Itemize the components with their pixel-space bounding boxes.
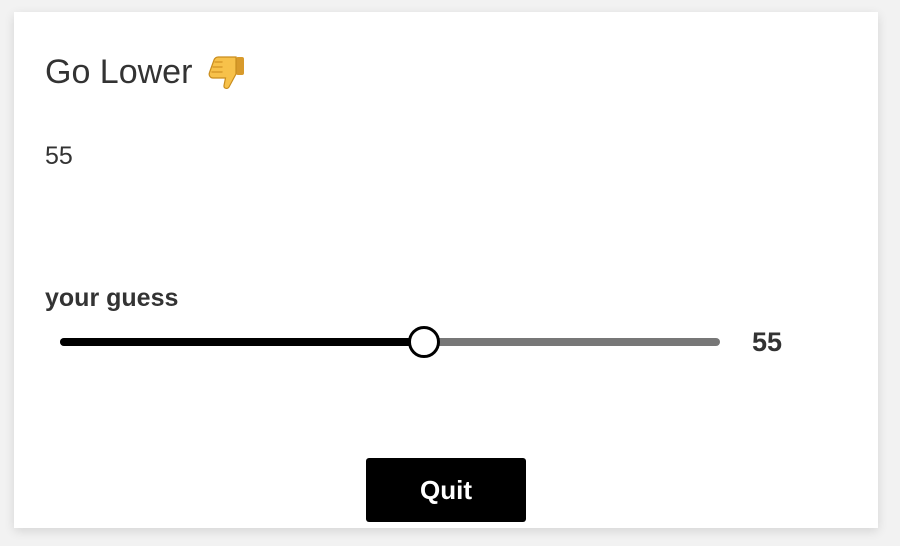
guess-slider-label: your guess (45, 284, 179, 312)
quit-button[interactable]: Quit (366, 458, 526, 522)
slider-value-readout: 55 (752, 327, 783, 357)
guess-slider[interactable] (60, 324, 720, 360)
slider-handle[interactable] (408, 326, 440, 358)
game-card: Go Lower 55 your guess 55 Quit (14, 12, 878, 528)
feedback-heading: Go Lower (45, 50, 248, 94)
thumbs-down-icon (204, 50, 248, 94)
slider-filled-track[interactable] (60, 338, 423, 346)
current-guess-value: 55 (45, 142, 73, 170)
feedback-title: Go Lower (45, 53, 193, 91)
